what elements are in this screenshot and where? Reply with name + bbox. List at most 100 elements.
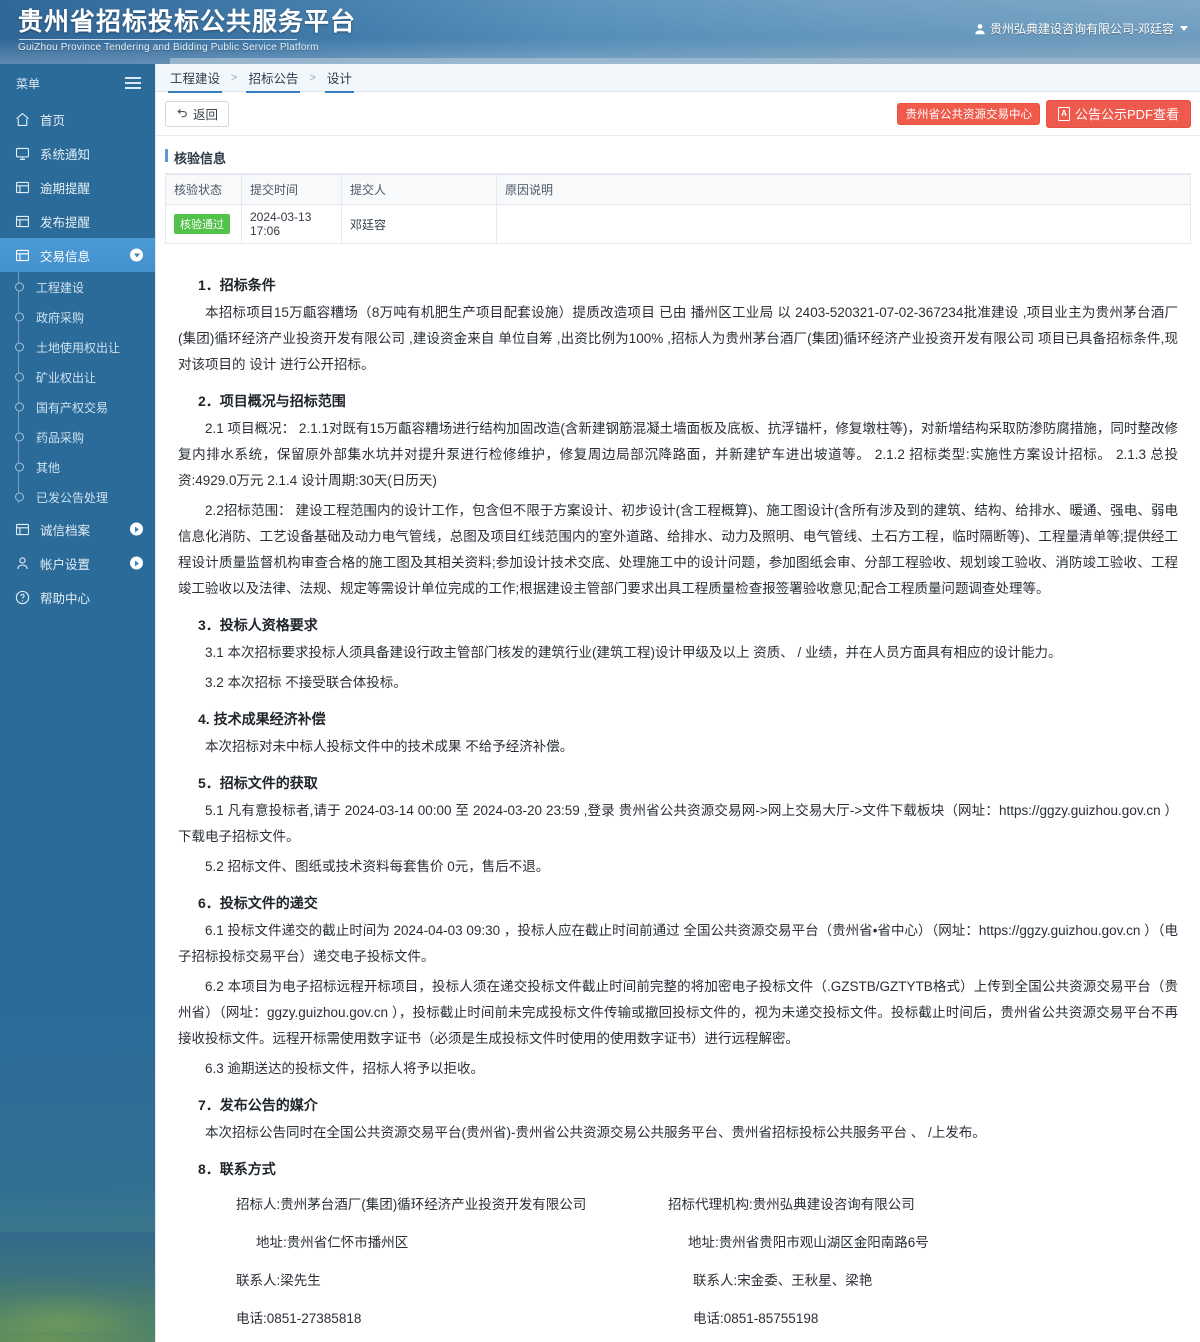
contact-agency-address: 地址:贵州省贵阳市观山湖区金阳南路6号: [688, 1235, 929, 1250]
sidebar-item-label: 发布提醒: [40, 215, 91, 230]
sidebar-item-help-center[interactable]: 帮助中心: [0, 580, 155, 614]
verification-panel-title: 核验信息: [165, 142, 1191, 174]
section-2-paragraph-1: 2.1 项目概况： 2.1.1对既有15万甗容糟场进行结构加固改造(含新建钢筋混…: [178, 421, 1178, 488]
contact-tenderer-phone: 电话:0851-27385818: [236, 1311, 362, 1326]
user-menu[interactable]: 贵州弘典建设咨询有限公司-邓廷容: [974, 20, 1188, 37]
sidebar-subitem-label: 药品采购: [36, 430, 85, 445]
sidebar-item-publish-reminder[interactable]: 发布提醒: [0, 204, 155, 238]
sidebar-item-transaction-info[interactable]: 交易信息: [0, 238, 155, 272]
sidebar-item-label: 交易信息: [40, 249, 91, 264]
sidebar-subitem-mining-right[interactable]: 矿业权出让: [0, 362, 155, 392]
contact-agency-fax: 传真:: [658, 1338, 1178, 1342]
column-header-person: 提交人: [341, 174, 497, 205]
sidebar-menu-header: 菜单: [0, 64, 155, 102]
contact-tenderer-name: 招标人:贵州茅台酒厂(集团)循环经济产业投资开发有限公司: [236, 1197, 587, 1212]
cell-reason: [496, 204, 1191, 244]
user-icon: [974, 23, 986, 35]
chevron-right-icon[interactable]: [130, 522, 143, 536]
table-header-row: 核验状态 提交时间 提交人 原因说明: [165, 174, 1191, 205]
chevron-right-icon[interactable]: [130, 556, 143, 570]
sidebar-item-label: 诚信档案: [40, 523, 91, 538]
user-name: 贵州弘典建设咨询有限公司-邓廷容: [990, 22, 1174, 36]
section-title-3: 3．投标人资格要求: [198, 617, 318, 633]
breadcrumb: 工程建设 > 招标公告 > 设计: [156, 64, 1200, 93]
section-title-1: 1．招标条件: [198, 277, 276, 293]
contact-tenderer-address: 地址:贵州省仁怀市播州区: [256, 1235, 409, 1250]
brand-divider: [19, 39, 297, 40]
monitor-icon: [14, 145, 31, 162]
pdf-file-icon: A: [1057, 106, 1070, 121]
contact-agency-phone: 电话:0851-85755198: [693, 1311, 819, 1326]
sidebar-item-overdue-reminder[interactable]: 逾期提醒: [0, 170, 155, 204]
sidebar-background-photo: [0, 1232, 155, 1342]
home-icon: [14, 111, 31, 128]
cell-time: 2024-03-13 17:06: [241, 204, 342, 244]
breadcrumb-item-tender-notice[interactable]: 招标公告: [246, 64, 301, 93]
contact-agency-name: 招标代理机构:贵州弘典建设咨询有限公司: [668, 1197, 915, 1212]
sidebar-item-account-settings[interactable]: 帐户设置: [0, 546, 155, 580]
status-badge: 核验通过: [174, 214, 230, 234]
brand-title-cn: 贵州省招标投标公共服务平台: [18, 8, 357, 36]
list-icon: [14, 213, 31, 230]
help-icon: [14, 589, 31, 606]
breadcrumb-separator: >: [231, 71, 238, 84]
section-title-2: 2．项目概况与招标范围: [198, 393, 346, 409]
back-button-label: 返回: [193, 108, 219, 122]
sidebar-item-label: 帐户设置: [40, 557, 91, 572]
list-icon: [14, 521, 31, 538]
sidebar-subitem-gov-procurement[interactable]: 政府采购: [0, 302, 155, 332]
sidebar: 菜单 首页 系统通知 逾期提醒 发布提醒 交易信息 工程建设 政府采购 土地使用…: [0, 64, 155, 1342]
sidebar-item-label: 首页: [40, 113, 66, 128]
section-6-paragraph-3: 6.3 逾期送达的投标文件，招标人将予以拒收。: [205, 1061, 485, 1076]
sidebar-subitem-published-notice[interactable]: 已发公告处理: [0, 482, 155, 512]
section-title-7: 7．发布公告的媒介: [198, 1097, 318, 1113]
brand: 贵州省招标投标公共服务平台 GuiZhou Province Tendering…: [18, 7, 356, 54]
sidebar-subitem-engineering[interactable]: 工程建设: [0, 272, 155, 302]
sidebar-subitem-label: 其他: [36, 460, 61, 475]
sidebar-subitem-label: 已发公告处理: [36, 490, 109, 505]
public-resource-center-label: 贵州省公共资源交易中心: [905, 108, 1032, 121]
section-title-6: 6．投标文件的递交: [198, 895, 318, 911]
sidebar-item-label: 系统通知: [40, 147, 91, 162]
section-5-paragraph-2: 5.2 招标文件、图纸或技术资料每套售价 0元，售后不退。: [205, 859, 550, 874]
section-5-paragraph-1: 5.1 凡有意投标者,请于 2024-03-14 00:00 至 2024-03…: [178, 803, 1178, 844]
app-header: 贵州省招标投标公共服务平台 GuiZhou Province Tendering…: [0, 0, 1200, 64]
public-resource-center-button[interactable]: 贵州省公共资源交易中心: [897, 102, 1040, 125]
section-3-paragraph-2: 3.2 本次招标 不接受联合体投标。: [205, 675, 407, 690]
sidebar-subitem-label: 矿业权出让: [36, 370, 97, 385]
sidebar-item-home[interactable]: 首页: [0, 102, 155, 136]
sidebar-item-system-notice[interactable]: 系统通知: [0, 136, 155, 170]
section-7-paragraph-1: 本次招标公告同时在全国公共资源交易平台(贵州省)-贵州省公共资源交易公共服务平台…: [205, 1125, 986, 1140]
section-6-paragraph-2: 6.2 本项目为电子招标远程开标项目，投标人须在递交投标文件截止时间前完整的将加…: [178, 979, 1178, 1046]
sidebar-item-credit-file[interactable]: 诚信档案: [0, 512, 155, 546]
sidebar-subitem-drug-procurement[interactable]: 药品采购: [0, 422, 155, 452]
toolbar-actions: 贵州省公共资源交易中心 A 公告公示PDF查看: [897, 99, 1191, 128]
verification-table: 核验状态 提交时间 提交人 原因说明 核验通过 2024-03-13 17:06…: [165, 174, 1191, 244]
hamburger-icon[interactable]: [125, 77, 141, 89]
sidebar-subitem-label: 土地使用权出让: [36, 340, 121, 355]
toolbar: 返回 贵州省公共资源交易中心 A 公告公示PDF查看: [156, 92, 1200, 136]
sidebar-submenu-transaction-info: 工程建设 政府采购 土地使用权出让 矿业权出让 国有产权交易 药品采购 其他 已…: [0, 272, 155, 512]
sidebar-subitem-state-property[interactable]: 国有产权交易: [0, 392, 155, 422]
list-icon: [14, 179, 31, 196]
chevron-down-icon[interactable]: [130, 248, 143, 262]
chevron-down-icon: [1180, 26, 1188, 31]
breadcrumb-item-engineering[interactable]: 工程建设: [168, 64, 223, 93]
sidebar-subitem-land-use-right[interactable]: 土地使用权出让: [0, 332, 155, 362]
cell-status: 核验通过: [165, 204, 242, 244]
section-4-paragraph-1: 本次招标对未中标人投标文件中的技术成果 不给予经济补偿。: [205, 739, 574, 754]
sidebar-subitem-label: 政府采购: [36, 310, 85, 325]
cell-person: 邓廷容: [341, 204, 497, 244]
pdf-view-button[interactable]: A 公告公示PDF查看: [1045, 99, 1191, 128]
section-3-paragraph-1: 3.1 本次招标要求投标人须具备建设行政主管部门核发的建筑行业(建筑工程)设计甲…: [205, 645, 1062, 660]
main-content: 工程建设 > 招标公告 > 设计 返回 贵州省公共资源交易中心 A 公告公示PD…: [155, 64, 1200, 1342]
sidebar-subitem-other[interactable]: 其他: [0, 452, 155, 482]
section-title-5: 5．招标文件的获取: [198, 775, 318, 791]
list-icon: [14, 247, 31, 264]
sidebar-item-label: 逾期提醒: [40, 181, 91, 196]
section-1-paragraph-1: 本招标项目15万甗容糟场（8万吨有机肥生产项目配套设施）提质改造项目 已由 播州…: [178, 305, 1178, 372]
breadcrumb-item-design[interactable]: 设计: [324, 64, 354, 93]
column-header-reason: 原因说明: [496, 174, 1191, 205]
back-button[interactable]: 返回: [165, 100, 230, 127]
undo-arrow-icon: [176, 106, 189, 122]
